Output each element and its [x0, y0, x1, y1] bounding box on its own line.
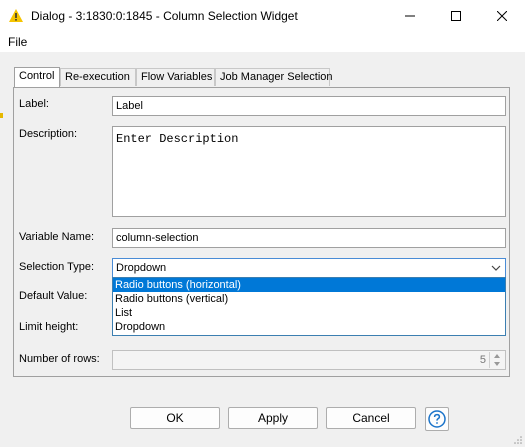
label-input[interactable]: Label [112, 96, 506, 116]
close-window-button[interactable] [479, 0, 525, 32]
selection-type-dropdown[interactable]: Dropdown [112, 258, 506, 278]
selection-type-value: Dropdown [116, 262, 167, 274]
cancel-button[interactable]: Cancel [326, 407, 416, 429]
option-list[interactable]: List [113, 306, 505, 320]
minimize-icon [405, 15, 415, 17]
description-textarea[interactable]: Enter Description [112, 126, 506, 217]
variable-name-input[interactable]: column-selection [112, 228, 506, 248]
resize-grip-icon[interactable] [513, 435, 523, 445]
spin-down-icon[interactable] [490, 360, 504, 368]
ok-button[interactable]: OK [130, 407, 220, 429]
default-value-label: Default Value: [19, 290, 88, 302]
apply-button[interactable]: Apply [228, 407, 318, 429]
maximize-button[interactable] [433, 0, 479, 32]
title-bar: Dialog - 3:1830:0:1845 - Column Selectio… [0, 0, 525, 32]
menu-bar: File [0, 32, 525, 52]
warning-triangle-icon [9, 9, 23, 22]
help-button[interactable] [425, 407, 449, 431]
spin-up-icon[interactable] [490, 352, 504, 360]
limit-height-label: Limit height: [19, 321, 79, 333]
label-field-label: Label: [19, 98, 49, 110]
tab-flow-variables[interactable]: Flow Variables [136, 68, 215, 86]
selection-type-options-list: Radio buttons (horizontal) Radio buttons… [112, 277, 506, 336]
number-of-rows-value: 5 [479, 354, 486, 366]
close-icon [497, 11, 507, 21]
minimize-button[interactable] [387, 0, 433, 32]
option-radio-vertical[interactable]: Radio buttons (vertical) [113, 292, 505, 306]
option-radio-horizontal[interactable]: Radio buttons (horizontal) [113, 278, 505, 292]
number-of-rows-label: Number of rows: [19, 353, 100, 365]
tab-control[interactable]: Control [14, 67, 60, 87]
selection-type-label: Selection Type: [19, 261, 95, 273]
menu-file[interactable]: File [8, 35, 27, 49]
window-title: Dialog - 3:1830:0:1845 - Column Selectio… [31, 9, 298, 23]
spinner-buttons[interactable] [489, 352, 504, 368]
tab-re-execution[interactable]: Re-execution [60, 68, 136, 86]
description-label: Description: [19, 128, 78, 140]
maximize-icon [451, 11, 461, 21]
chevron-down-icon [491, 265, 501, 271]
help-icon [428, 410, 446, 428]
tab-job-manager-selection[interactable]: Job Manager Selection [215, 68, 333, 86]
number-of-rows-spinner[interactable]: 5 [112, 350, 506, 370]
option-dropdown[interactable]: Dropdown [113, 320, 505, 334]
edge-marker [0, 113, 3, 118]
variable-name-label: Variable Name: [19, 231, 94, 243]
